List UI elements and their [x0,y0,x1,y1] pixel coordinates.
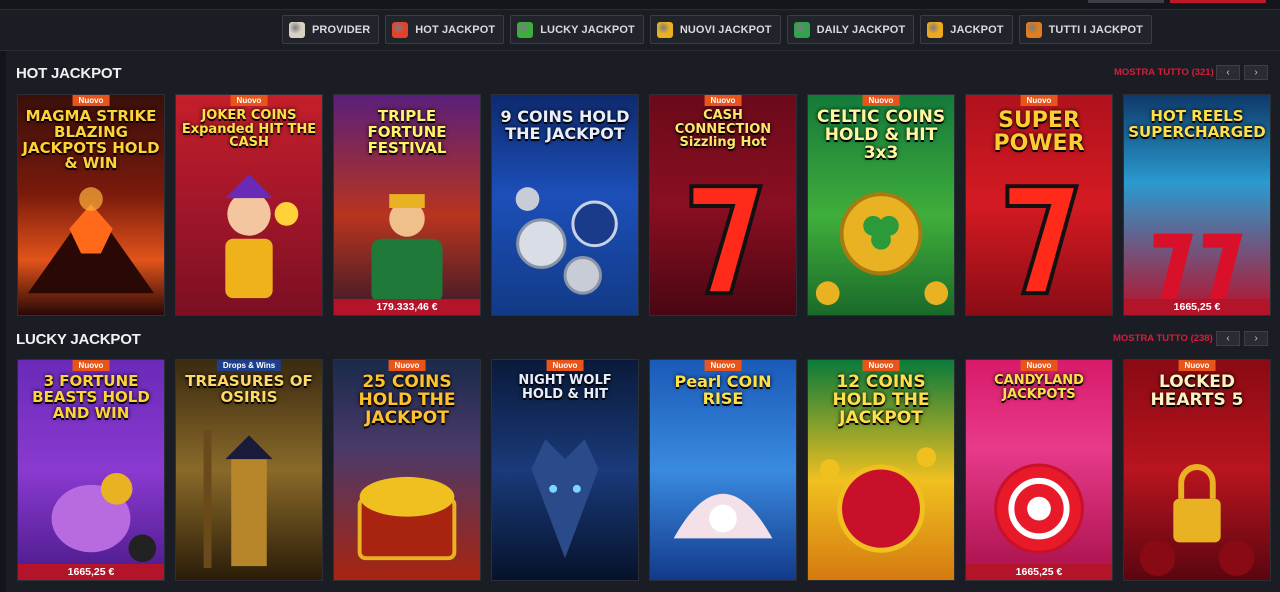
show-all-hot-link[interactable]: MOSTRA TUTTO (321) [1114,67,1214,78]
coin-icon [927,21,944,38]
game-title: TRIPLE FORTUNE FESTIVAL [367,107,447,157]
game-card[interactable]: Nuovo 25 COINS HOLD THE JACKPOT [333,359,481,581]
game-title: MAGMA STRIKE BLAZING JACKPOTS HOLD & WIN [22,107,160,173]
game-card[interactable]: Nuovo JOKER COINS Expanded HIT THE CASH [175,94,323,316]
provider-icon [289,21,305,38]
game-title: Pearl COIN RISE [674,372,772,408]
game-badge: Nuovo [862,360,900,371]
game-card[interactable]: Nuovo CASH CONNECTION Sizzling Hot [649,94,797,316]
lucky-next-button[interactable]: › [1244,331,1268,346]
left-rail [0,50,6,592]
show-all-lucky-link[interactable]: MOSTRA TUTTO (238) [1113,333,1213,344]
game-title: HOT REELS SUPERCHARGED [1128,107,1266,141]
game-badge: Drops & Wins [216,360,282,371]
filter-label: TUTTI I JACKPOT [1048,23,1143,36]
hot-prev-button[interactable]: ‹ [1216,65,1240,80]
game-badge: Nuovo [230,95,268,106]
game-card[interactable]: Nuovo CANDYLAND JACKPOTS 1665,25 € [965,359,1113,581]
jackpot-amount: 1665,25 € [966,564,1112,580]
game-card[interactable]: Nuovo MAGMA STRIKE BLAZING JACKPOTS HOLD … [17,94,165,316]
game-card[interactable]: Nuovo SUPER POWER [965,94,1113,316]
game-badge: Nuovo [704,360,742,371]
top-strip [0,0,1280,10]
game-badge: Nuovo [546,360,584,371]
chevron-left-icon: ‹ [1226,66,1230,78]
jackpot-amount: 1665,25 € [18,564,164,580]
game-title: CASH CONNECTION Sizzling Hot [674,108,772,151]
lucky-jackpot-row: Nuovo 3 FORTUNE BEASTS HOLD AND WIN 1665,2… [17,359,1271,581]
game-title: 9 COINS HOLD THE JACKPOT [500,107,630,143]
clover-icon [517,21,534,38]
section-title-lucky-jackpot: LUCKY JACKPOT [16,331,141,348]
game-card[interactable]: Nuovo CELTIC COINS HOLD & HIT 3x3 [807,94,955,316]
filter-label: DAILY JACKPOT [816,23,906,36]
filter-hot-jackpot-button[interactable]: HOT JACKPOT [385,15,505,44]
chevron-left-icon: ‹ [1226,332,1230,344]
filter-lucky-jackpot-button[interactable]: LUCKY JACKPOT [510,15,644,44]
bell-icon [656,21,673,38]
jackpot-amount: 179.333,46 € [334,299,480,315]
filter-nuovi-jackpot-button[interactable]: NUOVI JACKPOT [649,15,781,44]
game-badge: Nuovo [72,95,110,106]
filter-label: LUCKY JACKPOT [540,23,635,36]
game-card[interactable]: Nuovo Pearl COIN RISE [649,359,797,581]
filter-daily-jackpot-button[interactable]: DAILY JACKPOT [786,15,915,44]
filter-label: PROVIDER [312,23,371,36]
game-badge: Nuovo [1020,95,1058,106]
game-title: JOKER COINS Expanded HIT THE CASH [181,108,317,151]
header-divider [0,50,1280,51]
chevron-right-icon: › [1254,66,1258,78]
hot-jackpot-row: Nuovo MAGMA STRIKE BLAZING JACKPOTS HOLD … [17,94,1271,316]
calendar-icon [793,21,810,38]
game-badge: Nuovo [72,360,110,371]
lucky-prev-button[interactable]: ‹ [1216,331,1240,346]
game-card[interactable]: Nuovo 12 COINS HOLD THE JACKPOT [807,359,955,581]
game-title: 3 FORTUNE BEASTS HOLD AND WIN [32,372,150,422]
game-badge: Nuovo [862,95,900,106]
filter-label: NUOVI JACKPOT [679,23,772,36]
game-badge: Nuovo [1178,360,1216,371]
game-title: TREASURES OF OSIRIS [185,372,313,406]
game-card[interactable]: Nuovo LOCKED HEARTS 5 [1123,359,1271,581]
top-control-left[interactable] [1088,0,1164,3]
game-title: CELTIC COINS HOLD & HIT 3x3 [816,107,946,163]
game-card[interactable]: Nuovo 3 FORTUNE BEASTS HOLD AND WIN 1665,2… [17,359,165,581]
filter-tutti-i-jackpot-button[interactable]: TUTTI I JACKPOT [1018,15,1152,44]
filter-label: JACKPOT [950,23,1004,36]
game-card[interactable]: Nuovo NIGHT WOLF HOLD & HIT [491,359,639,581]
game-badge: Nuovo [704,95,742,106]
game-title: 12 COINS HOLD THE JACKPOT [832,372,930,428]
jackpot-filter-bar: PROVIDER HOT JACKPOT LUCKY JACKPOT NUOVI JA… [282,15,1152,44]
game-title: SUPER POWER [993,108,1085,157]
jackpot-amount: 1665,25 € [1124,299,1270,315]
game-badge: Nuovo [1020,360,1058,371]
game-title: CANDYLAND JACKPOTS [994,373,1084,402]
game-card[interactable]: 9 COINS HOLD THE JACKPOT [491,94,639,316]
game-badge: Nuovo [388,360,426,371]
hot-next-button[interactable]: › [1244,65,1268,80]
game-card[interactable]: TRIPLE FORTUNE FESTIVAL 179.333,46 € [333,94,481,316]
game-title: NIGHT WOLF HOLD & HIT [518,373,612,402]
section-title-hot-jackpot: HOT JACKPOT [16,65,122,82]
filter-provider-button[interactable]: PROVIDER [282,15,380,44]
filter-jackpot-button[interactable]: JACKPOT [920,15,1013,44]
bells-icon [1025,21,1042,38]
flame-icon [392,21,409,38]
game-card[interactable]: HOT REELS SUPERCHARGED 1665,25 € [1123,94,1271,316]
game-title: LOCKED HEARTS 5 [1150,372,1244,410]
filter-label: HOT JACKPOT [415,23,496,36]
game-title: 25 COINS HOLD THE JACKPOT [358,372,456,428]
top-control-right[interactable] [1170,0,1266,3]
chevron-right-icon: › [1254,332,1258,344]
game-card[interactable]: Drops & Wins TREASURES OF OSIRIS [175,359,323,581]
